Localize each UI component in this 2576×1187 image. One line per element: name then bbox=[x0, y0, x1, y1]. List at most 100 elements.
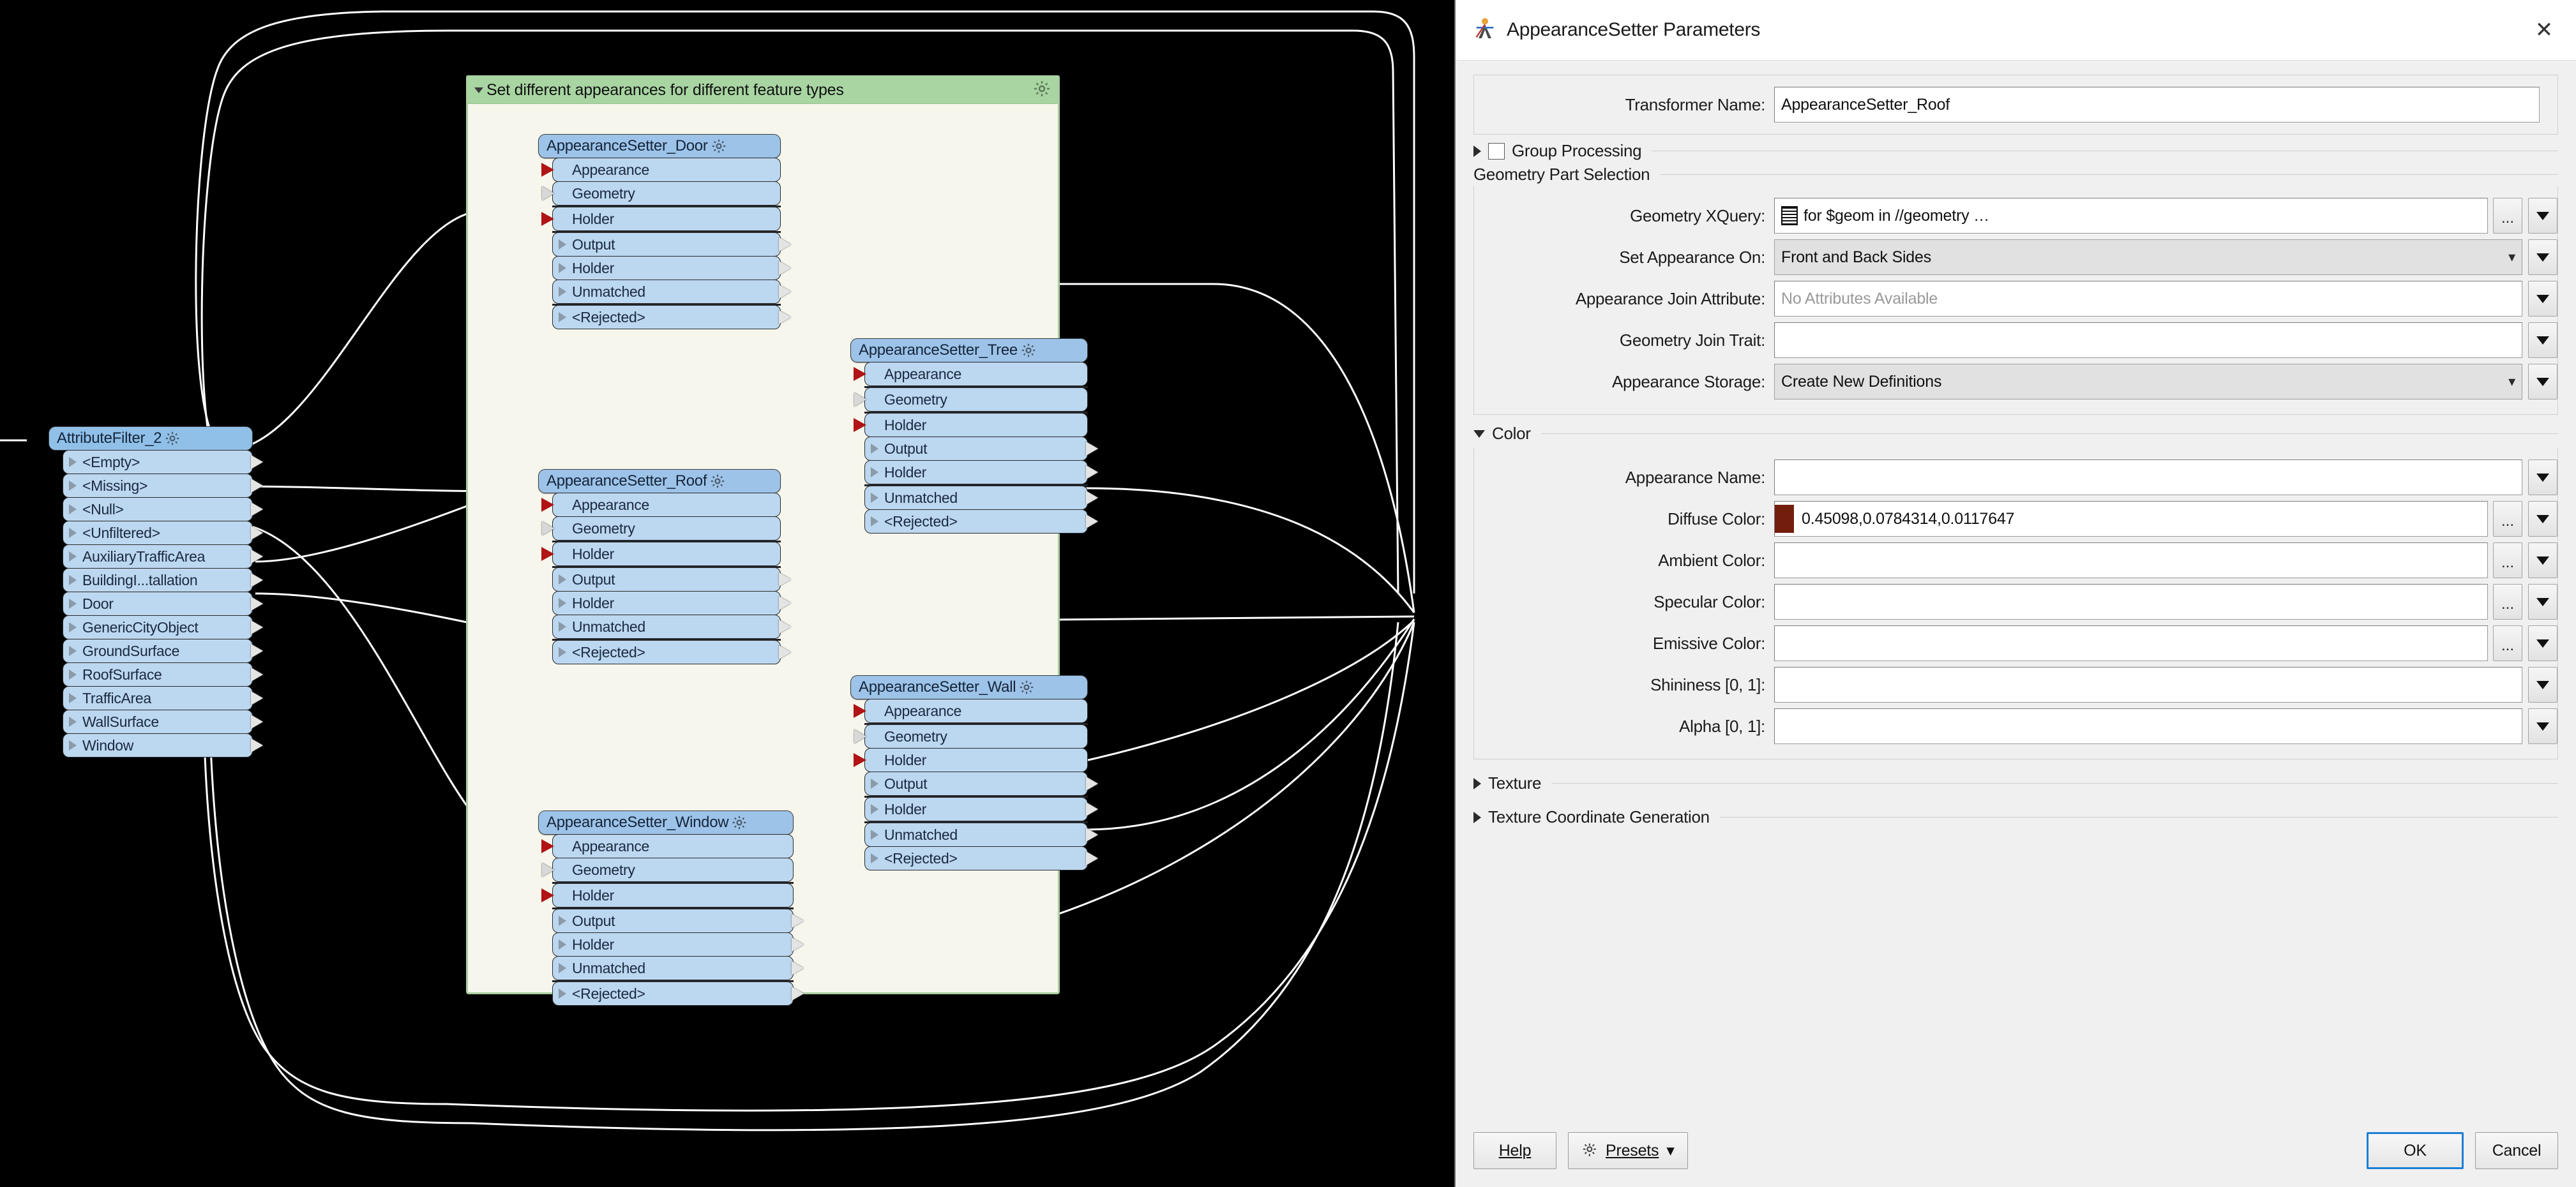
geometry-xquery-dropdown-button[interactable] bbox=[2528, 198, 2557, 234]
node-attributefilter-2[interactable]: AttributeFilter_2 <Empty> <Missing> <Nul… bbox=[49, 426, 253, 758]
specular-color-dropdown-button[interactable] bbox=[2528, 584, 2557, 620]
group-processing-checkbox[interactable] bbox=[1488, 142, 1505, 160]
port-holder-out[interactable]: Holder bbox=[864, 460, 1088, 484]
node-appearancesetter-roof[interactable]: AppearanceSetter_Roof Appearance Geometr… bbox=[538, 469, 781, 664]
appearance-storage-select[interactable]: Create New Definitions ▾ bbox=[1774, 364, 2522, 399]
port-trafficarea[interactable]: TrafficArea bbox=[63, 686, 253, 710]
node-header[interactable]: AppearanceSetter_Tree bbox=[850, 338, 1088, 362]
node-header[interactable]: AppearanceSetter_Window bbox=[538, 810, 794, 835]
port-unmatched[interactable]: Unmatched bbox=[552, 615, 781, 639]
alpha-input[interactable] bbox=[1774, 708, 2522, 744]
texture-section-toggle[interactable]: Texture bbox=[1473, 773, 2558, 793]
geometry-xquery-input[interactable]: for $geom in //geometry … bbox=[1774, 198, 2488, 234]
geometry-xquery-browse-button[interactable]: ... bbox=[2493, 198, 2522, 234]
port-output[interactable]: Output bbox=[552, 567, 781, 592]
chevron-right-icon[interactable] bbox=[1473, 145, 1481, 157]
port-appearance-in[interactable]: Appearance bbox=[864, 362, 1088, 386]
specular-color-picker-button[interactable]: ... bbox=[2493, 584, 2522, 620]
ok-button[interactable]: OK bbox=[2367, 1132, 2464, 1169]
appearance-join-attribute-dropdown-button[interactable] bbox=[2528, 281, 2557, 317]
appearance-name-input[interactable] bbox=[1774, 459, 2522, 495]
port-rejected[interactable]: <Rejected> bbox=[864, 509, 1088, 534]
diffuse-color-swatch[interactable] bbox=[1775, 505, 1794, 533]
emissive-color-input[interactable] bbox=[1774, 625, 2488, 661]
port-window[interactable]: Window bbox=[63, 733, 253, 758]
gear-icon[interactable] bbox=[711, 138, 727, 154]
port-appearance-in[interactable]: Appearance bbox=[552, 493, 781, 517]
color-section-toggle[interactable]: Color bbox=[1473, 424, 2558, 444]
shininess-input[interactable] bbox=[1774, 667, 2522, 703]
port-rejected[interactable]: <Rejected> bbox=[552, 305, 781, 329]
texture-coordinate-generation-toggle[interactable]: Texture Coordinate Generation bbox=[1473, 807, 2558, 827]
bookmark-header[interactable]: Set different appearances for different … bbox=[468, 77, 1058, 104]
port-unmatched[interactable]: Unmatched bbox=[552, 956, 794, 980]
port-holder-in[interactable]: Holder bbox=[552, 883, 794, 907]
node-header[interactable]: AppearanceSetter_Door bbox=[538, 134, 781, 158]
port-holder-out[interactable]: Holder bbox=[552, 591, 781, 615]
presets-button[interactable]: Presets ▾ bbox=[1568, 1132, 1688, 1169]
port-roofsurface[interactable]: RoofSurface bbox=[63, 662, 253, 687]
port-auxiliarytrafficarea[interactable]: AuxiliaryTrafficArea bbox=[63, 544, 253, 569]
specular-color-input[interactable] bbox=[1774, 584, 2488, 620]
port-rejected[interactable]: <Rejected> bbox=[864, 846, 1088, 870]
port-genericcityobject[interactable]: GenericCityObject bbox=[63, 615, 253, 639]
port-holder-in[interactable]: Holder bbox=[864, 748, 1088, 772]
shininess-dropdown-button[interactable] bbox=[2528, 667, 2557, 703]
port-geometry-in[interactable]: Geometry bbox=[864, 387, 1088, 412]
node-header[interactable]: AppearanceSetter_Roof bbox=[538, 469, 781, 493]
gear-icon[interactable] bbox=[1032, 79, 1051, 101]
port-holder-in[interactable]: Holder bbox=[864, 413, 1088, 437]
close-icon[interactable]: ✕ bbox=[2526, 12, 2562, 48]
node-appearancesetter-tree[interactable]: AppearanceSetter_Tree Appearance Geometr… bbox=[850, 338, 1088, 534]
gear-icon[interactable] bbox=[731, 814, 748, 831]
appearance-join-attribute-input[interactable]: No Attributes Available bbox=[1774, 281, 2522, 317]
cancel-button[interactable]: Cancel bbox=[2475, 1132, 2558, 1169]
geometry-join-trait-input[interactable] bbox=[1774, 322, 2522, 358]
port-unmatched[interactable]: Unmatched bbox=[864, 486, 1088, 510]
node-header[interactable]: AppearanceSetter_Wall bbox=[850, 675, 1088, 699]
port-buildinginstallation[interactable]: BuildingI...tallation bbox=[63, 568, 253, 592]
help-button[interactable]: Help bbox=[1473, 1132, 1556, 1169]
set-appearance-on-select[interactable]: Front and Back Sides ▾ bbox=[1774, 239, 2522, 275]
port-holder-out[interactable]: Holder bbox=[552, 256, 781, 280]
port-geometry-in[interactable]: Geometry bbox=[552, 181, 781, 205]
node-appearancesetter-wall[interactable]: AppearanceSetter_Wall Appearance Geometr… bbox=[850, 675, 1088, 870]
port-groundsurface[interactable]: GroundSurface bbox=[63, 639, 253, 663]
gear-icon[interactable] bbox=[709, 473, 726, 489]
ambient-color-dropdown-button[interactable] bbox=[2528, 542, 2557, 578]
port-appearance-in[interactable]: Appearance bbox=[552, 158, 781, 182]
node-header[interactable]: AttributeFilter_2 bbox=[49, 426, 253, 451]
port-null[interactable]: <Null> bbox=[63, 497, 253, 521]
workspace-canvas[interactable]: Set different appearances for different … bbox=[0, 0, 1454, 1187]
port-holder-in[interactable]: Holder bbox=[552, 207, 781, 231]
port-rejected[interactable]: <Rejected> bbox=[552, 982, 794, 1006]
port-output[interactable]: Output bbox=[552, 909, 794, 933]
port-output[interactable]: Output bbox=[864, 437, 1088, 461]
alpha-dropdown-button[interactable] bbox=[2528, 708, 2557, 744]
group-processing-toggle[interactable]: Group Processing bbox=[1473, 141, 2558, 161]
emissive-color-dropdown-button[interactable] bbox=[2528, 625, 2557, 661]
gear-icon[interactable] bbox=[164, 430, 181, 447]
diffuse-color-dropdown-button[interactable] bbox=[2528, 501, 2557, 537]
chevron-right-icon[interactable] bbox=[1473, 811, 1481, 823]
ambient-color-input[interactable] bbox=[1774, 542, 2488, 578]
diffuse-color-picker-button[interactable]: ... bbox=[2493, 501, 2522, 537]
node-appearancesetter-window[interactable]: AppearanceSetter_Window Appearance Geome… bbox=[538, 810, 794, 1006]
port-geometry-in[interactable]: Geometry bbox=[864, 724, 1088, 749]
port-holder-out[interactable]: Holder bbox=[864, 797, 1088, 821]
collapse-triangle-icon[interactable] bbox=[474, 87, 483, 93]
geometry-join-trait-dropdown-button[interactable] bbox=[2528, 322, 2557, 358]
port-appearance-in[interactable]: Appearance bbox=[552, 834, 794, 858]
gear-icon[interactable] bbox=[1018, 679, 1035, 696]
appearance-name-dropdown-button[interactable] bbox=[2528, 459, 2557, 495]
port-appearance-in[interactable]: Appearance bbox=[864, 699, 1088, 723]
port-wallsurface[interactable]: WallSurface bbox=[63, 710, 253, 734]
gear-icon[interactable] bbox=[1020, 342, 1037, 359]
port-unfiltered[interactable]: <Unfiltered> bbox=[63, 521, 253, 545]
port-unmatched[interactable]: Unmatched bbox=[864, 823, 1088, 847]
appearance-storage-dropdown-button[interactable] bbox=[2528, 364, 2557, 399]
node-appearancesetter-door[interactable]: AppearanceSetter_Door Appearance Geometr… bbox=[538, 134, 781, 329]
port-output[interactable]: Output bbox=[864, 772, 1088, 796]
emissive-color-picker-button[interactable]: ... bbox=[2493, 625, 2522, 661]
transformer-name-input[interactable]: AppearanceSetter_Roof bbox=[1774, 87, 2540, 123]
